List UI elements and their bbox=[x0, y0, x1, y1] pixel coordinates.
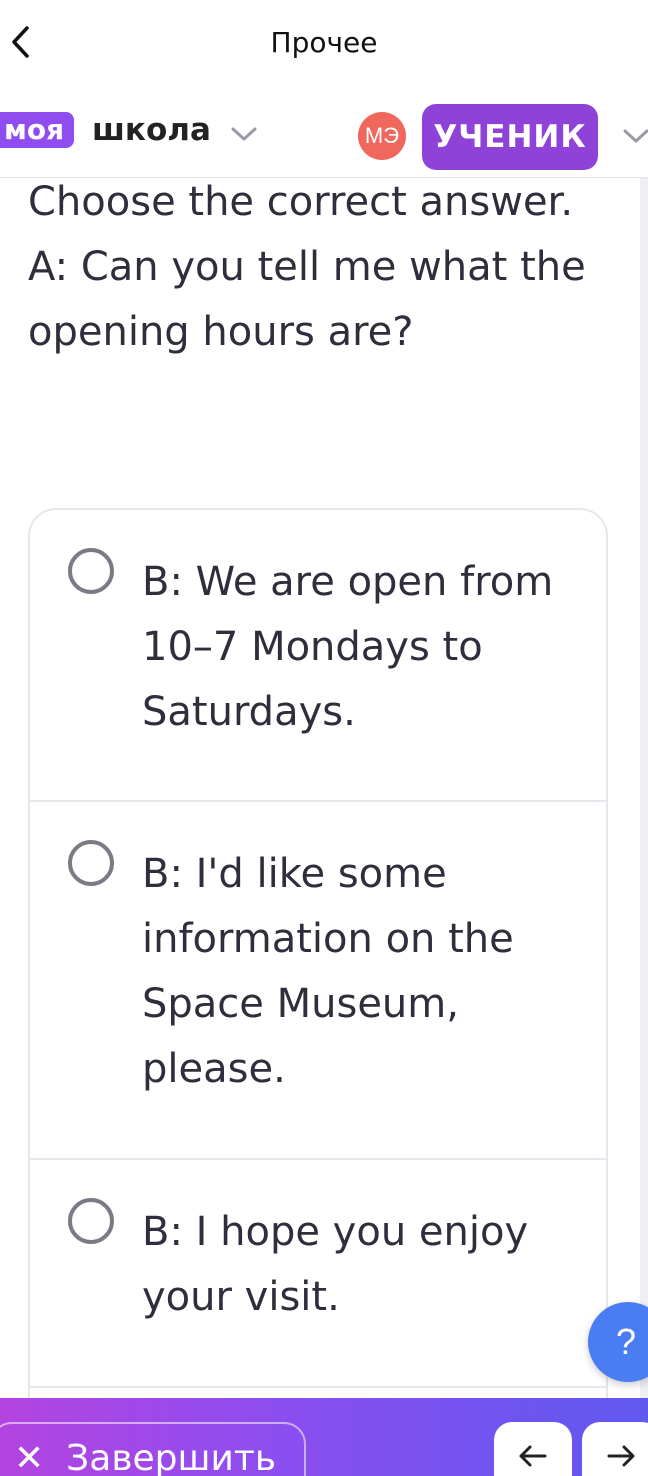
top-nav-bar: Прочее bbox=[0, 0, 648, 86]
answer-option-2[interactable]: B: I'd like some information on the Spac… bbox=[30, 802, 606, 1160]
help-icon: ? bbox=[616, 1321, 637, 1362]
logo-shkola[interactable]: школа bbox=[92, 112, 211, 148]
avatar-initials: МЭ bbox=[364, 123, 400, 148]
answer-option-text: B: I hope you enjoy your visit. bbox=[142, 1209, 529, 1320]
finish-label: Завершить bbox=[66, 1438, 277, 1476]
page-title: Прочее bbox=[270, 26, 378, 59]
radio-button[interactable] bbox=[68, 840, 114, 886]
answer-option-text: B: I'd like some information on the Spac… bbox=[142, 851, 514, 1092]
arrow-right-icon bbox=[607, 1445, 635, 1467]
radio-button[interactable] bbox=[68, 1198, 114, 1244]
answer-option-text: B: We are open from 10–7 Mondays to Satu… bbox=[142, 559, 554, 735]
user-avatar[interactable]: МЭ bbox=[358, 112, 406, 160]
finish-button[interactable]: ✕ Завершить bbox=[0, 1422, 306, 1476]
close-icon: ✕ bbox=[14, 1438, 45, 1476]
previous-button[interactable] bbox=[494, 1422, 572, 1476]
bottom-toolbar: ✕ Завершить bbox=[0, 1398, 648, 1476]
question-instruction: Choose the correct answer. bbox=[28, 179, 574, 225]
chevron-down-icon[interactable] bbox=[622, 128, 648, 144]
role-button[interactable]: УЧЕНИК bbox=[422, 104, 598, 170]
scrollbar[interactable] bbox=[640, 178, 648, 1398]
logo-moya[interactable]: моя bbox=[0, 112, 75, 148]
answer-options: B: We are open from 10–7 Mondays to Satu… bbox=[28, 508, 608, 1408]
radio-button[interactable] bbox=[68, 548, 114, 594]
answer-option-3[interactable]: B: I hope you enjoy your visit. bbox=[30, 1160, 606, 1388]
chevron-down-icon[interactable] bbox=[230, 126, 258, 142]
next-button[interactable] bbox=[582, 1422, 648, 1476]
question-block: Choose the correct answer. A: Can you te… bbox=[28, 170, 608, 365]
answer-option-1[interactable]: B: We are open from 10–7 Mondays to Satu… bbox=[30, 510, 606, 802]
arrow-left-icon bbox=[519, 1445, 547, 1467]
question-prompt: A: Can you tell me what the opening hour… bbox=[28, 244, 586, 355]
